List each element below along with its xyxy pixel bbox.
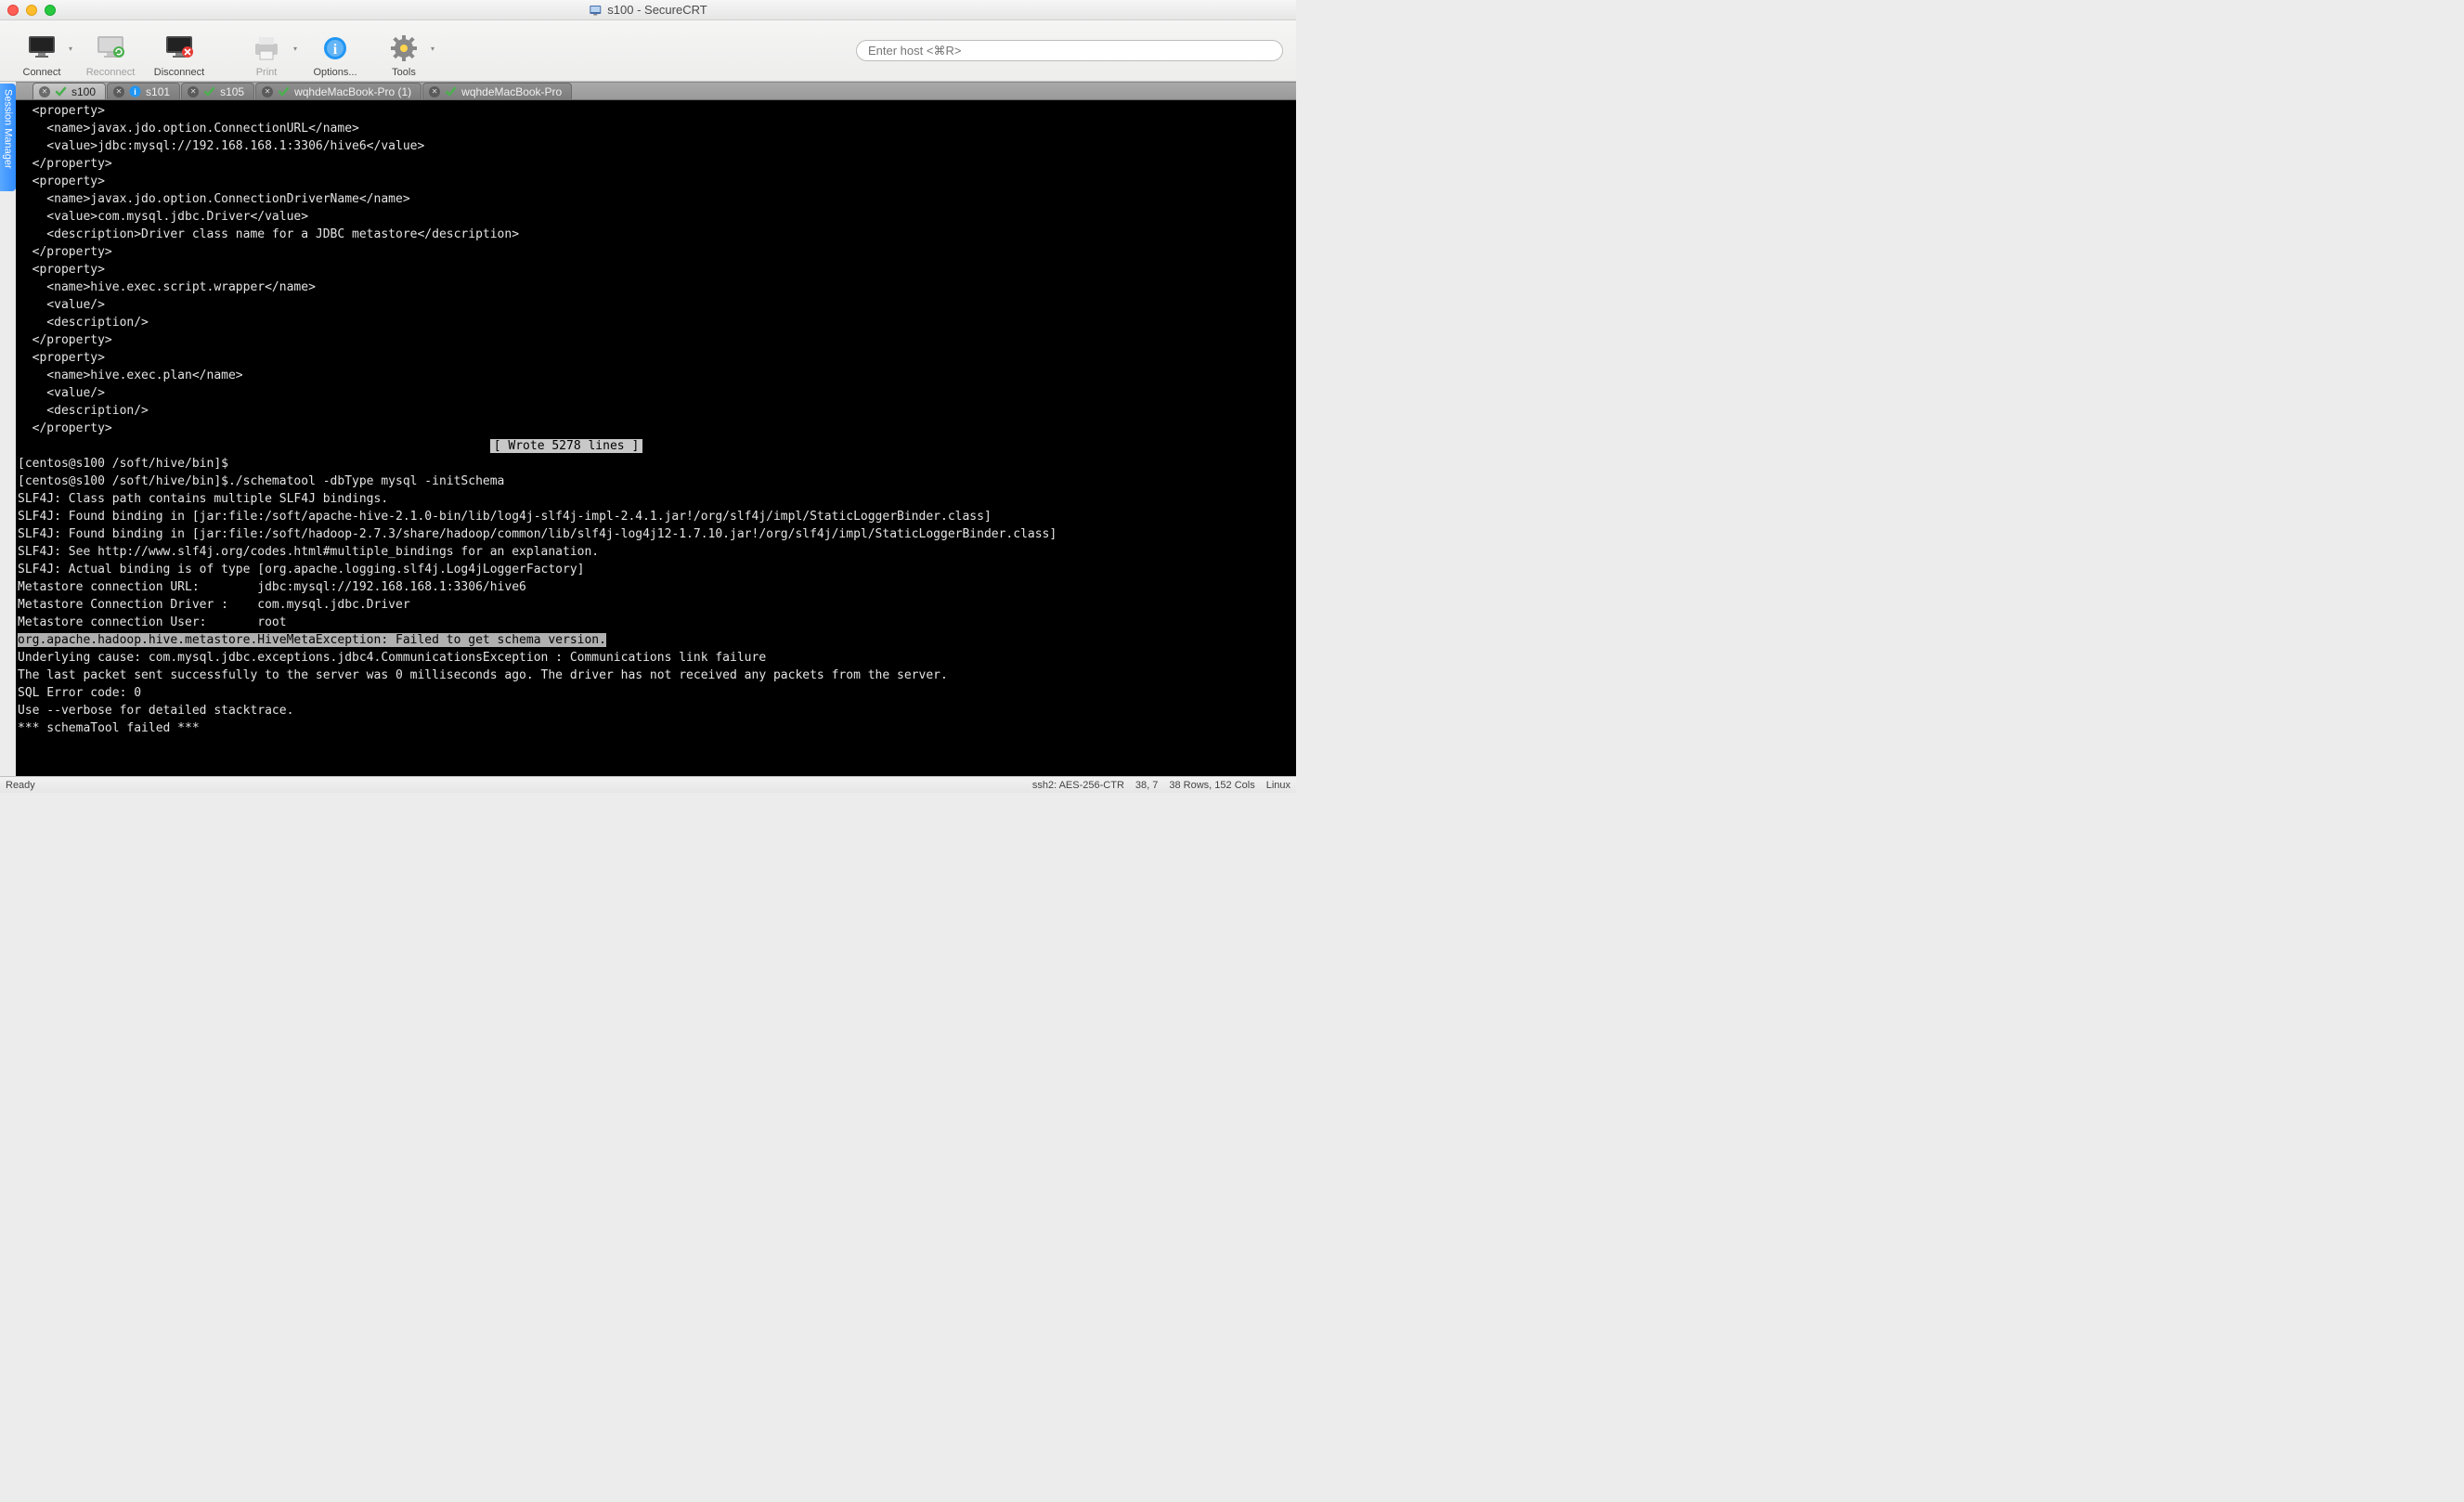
tab-label: s100 [71,85,96,98]
terminal-line: SLF4J: Found binding in [jar:file:/soft/… [16,508,1296,525]
close-tab-icon[interactable]: ✕ [188,86,199,97]
toolbar: ▾ Connect [0,20,1296,82]
close-tab-icon[interactable]: ✕ [113,86,124,97]
session-tab[interactable]: ✕ wqhdeMacBook-Pro [422,83,572,99]
status-ready: Ready [6,780,35,791]
minimize-window-button[interactable] [26,5,37,16]
session-manager-panel-tab[interactable]: Session Manager [0,84,16,191]
disconnect-button[interactable]: Disconnect [145,22,214,80]
terminal-line: <description/> [16,314,1296,331]
chevron-down-icon: ▾ [69,45,72,53]
terminal-line: SLF4J: See http://www.slf4j.org/codes.ht… [16,543,1296,561]
terminal-line: <value>com.mysql.jdbc.Driver</value> [16,208,1296,226]
chevron-down-icon: ▾ [431,45,434,53]
traffic-lights [7,5,56,16]
content: Session Manager ✕ s100 ✕ i s101 ✕ s105 ✕ wqhdeMa… [0,82,1296,776]
terminal-line: [centos@s100 /soft/hive/bin]$ [16,455,1296,473]
terminal-line: SLF4J: Actual binding is of type [org.ap… [16,561,1296,578]
status-platform: Linux [1266,780,1290,791]
terminal-line: </property> [16,420,1296,437]
terminal-line: <description>Driver class name for a JDB… [16,226,1296,243]
close-tab-icon[interactable]: ✕ [429,86,440,97]
connect-button[interactable]: ▾ Connect [7,22,76,80]
printer-icon [250,32,283,65]
close-window-button[interactable] [7,5,19,16]
terminal-line: <property> [16,102,1296,120]
close-tab-icon[interactable]: ✕ [262,86,273,97]
session-tab[interactable]: ✕ s105 [181,83,254,99]
tab-label: s105 [220,85,244,98]
terminal-line: <property> [16,349,1296,367]
terminal-line: [centos@s100 /soft/hive/bin]$./schematoo… [16,473,1296,490]
terminal-line: <description/> [16,402,1296,420]
tools-button[interactable]: ▾ Tools [370,22,438,80]
terminal-line: Metastore connection URL: jdbc:mysql://1… [16,578,1296,596]
status-dimensions: 38 Rows, 152 Cols [1169,780,1254,791]
check-icon [278,85,290,97]
terminal-line: </property> [16,331,1296,349]
print-button[interactable]: ▾ Print [232,22,301,80]
terminal-line: SLF4J: Class path contains multiple SLF4… [16,490,1296,508]
terminal-line: Metastore Connection Driver : com.mysql.… [16,596,1296,614]
monitor-disconnect-icon [162,32,196,65]
terminal-line: </property> [16,243,1296,261]
window-title: s100 - SecureCRT [607,3,707,17]
terminal-line: <value/> [16,296,1296,314]
check-icon [55,85,67,97]
status-cipher: ssh2: AES-256-CTR [1032,780,1124,791]
terminal[interactable]: <property> <name>javax.jdo.option.Connec… [16,100,1296,776]
app-window: s100 - SecureCRT ▾ Connect [0,0,1296,793]
terminal-line: <name>javax.jdo.option.ConnectionDriverN… [16,190,1296,208]
terminal-line: <property> [16,173,1296,190]
tab-label: wqhdeMacBook-Pro [461,85,562,98]
terminal-line: SLF4J: Found binding in [jar:file:/soft/… [16,525,1296,543]
terminal-line: *** schemaTool failed *** [16,719,1296,737]
session-tab[interactable]: ✕ s100 [32,83,106,99]
svg-text:i: i [333,42,338,58]
terminal-line: Metastore connection User: root [16,614,1296,631]
status-bar: Ready ssh2: AES-256-CTR 38, 7 38 Rows, 1… [0,776,1296,793]
tab-label: s101 [146,85,170,98]
svg-text:i: i [134,87,136,97]
terminal-line: The last packet sent successfully to the… [16,667,1296,684]
terminal-line: <value/> [16,384,1296,402]
host-search-input[interactable] [856,40,1283,61]
monitor-refresh-icon [94,32,127,65]
title-area: s100 - SecureCRT [589,3,707,17]
terminal-line: <name>hive.exec.plan</name> [16,367,1296,384]
info-icon: i [318,32,352,65]
status-cursor-pos: 38, 7 [1135,780,1158,791]
terminal-line: <name>hive.exec.script.wrapper</name> [16,278,1296,296]
gear-icon [387,32,421,65]
terminal-line: <name>javax.jdo.option.ConnectionURL</na… [16,120,1296,137]
session-tab-strip: ✕ s100 ✕ i s101 ✕ s105 ✕ wqhdeMacBook-Pro (1) ✕ wq… [16,82,1296,100]
zoom-window-button[interactable] [45,5,56,16]
chevron-down-icon: ▾ [293,45,297,53]
session-tab[interactable]: ✕ i s101 [107,83,180,99]
session-tab[interactable]: ✕ wqhdeMacBook-Pro (1) [255,83,421,99]
check-icon [203,85,215,97]
titlebar: s100 - SecureCRT [0,0,1296,20]
monitor-icon [25,32,58,65]
terminal-line: [ Wrote 5278 lines ] [16,437,1296,455]
host-search [856,40,1283,61]
check-icon [445,85,457,97]
close-tab-icon[interactable]: ✕ [39,86,50,97]
terminal-line: Use --verbose for detailed stacktrace. [16,702,1296,719]
app-icon [589,4,602,17]
terminal-line: </property> [16,155,1296,173]
options-button[interactable]: i Options... [301,22,370,80]
terminal-line: org.apache.hadoop.hive.metastore.HiveMet… [16,631,1296,649]
terminal-line: <value>jdbc:mysql://192.168.168.1:3306/h… [16,137,1296,155]
terminal-line: Underlying cause: com.mysql.jdbc.excepti… [16,649,1296,667]
terminal-line: SQL Error code: 0 [16,684,1296,702]
info-icon: i [129,85,141,97]
tab-label: wqhdeMacBook-Pro (1) [294,85,411,98]
terminal-line: <property> [16,261,1296,278]
reconnect-button[interactable]: Reconnect [76,22,145,80]
